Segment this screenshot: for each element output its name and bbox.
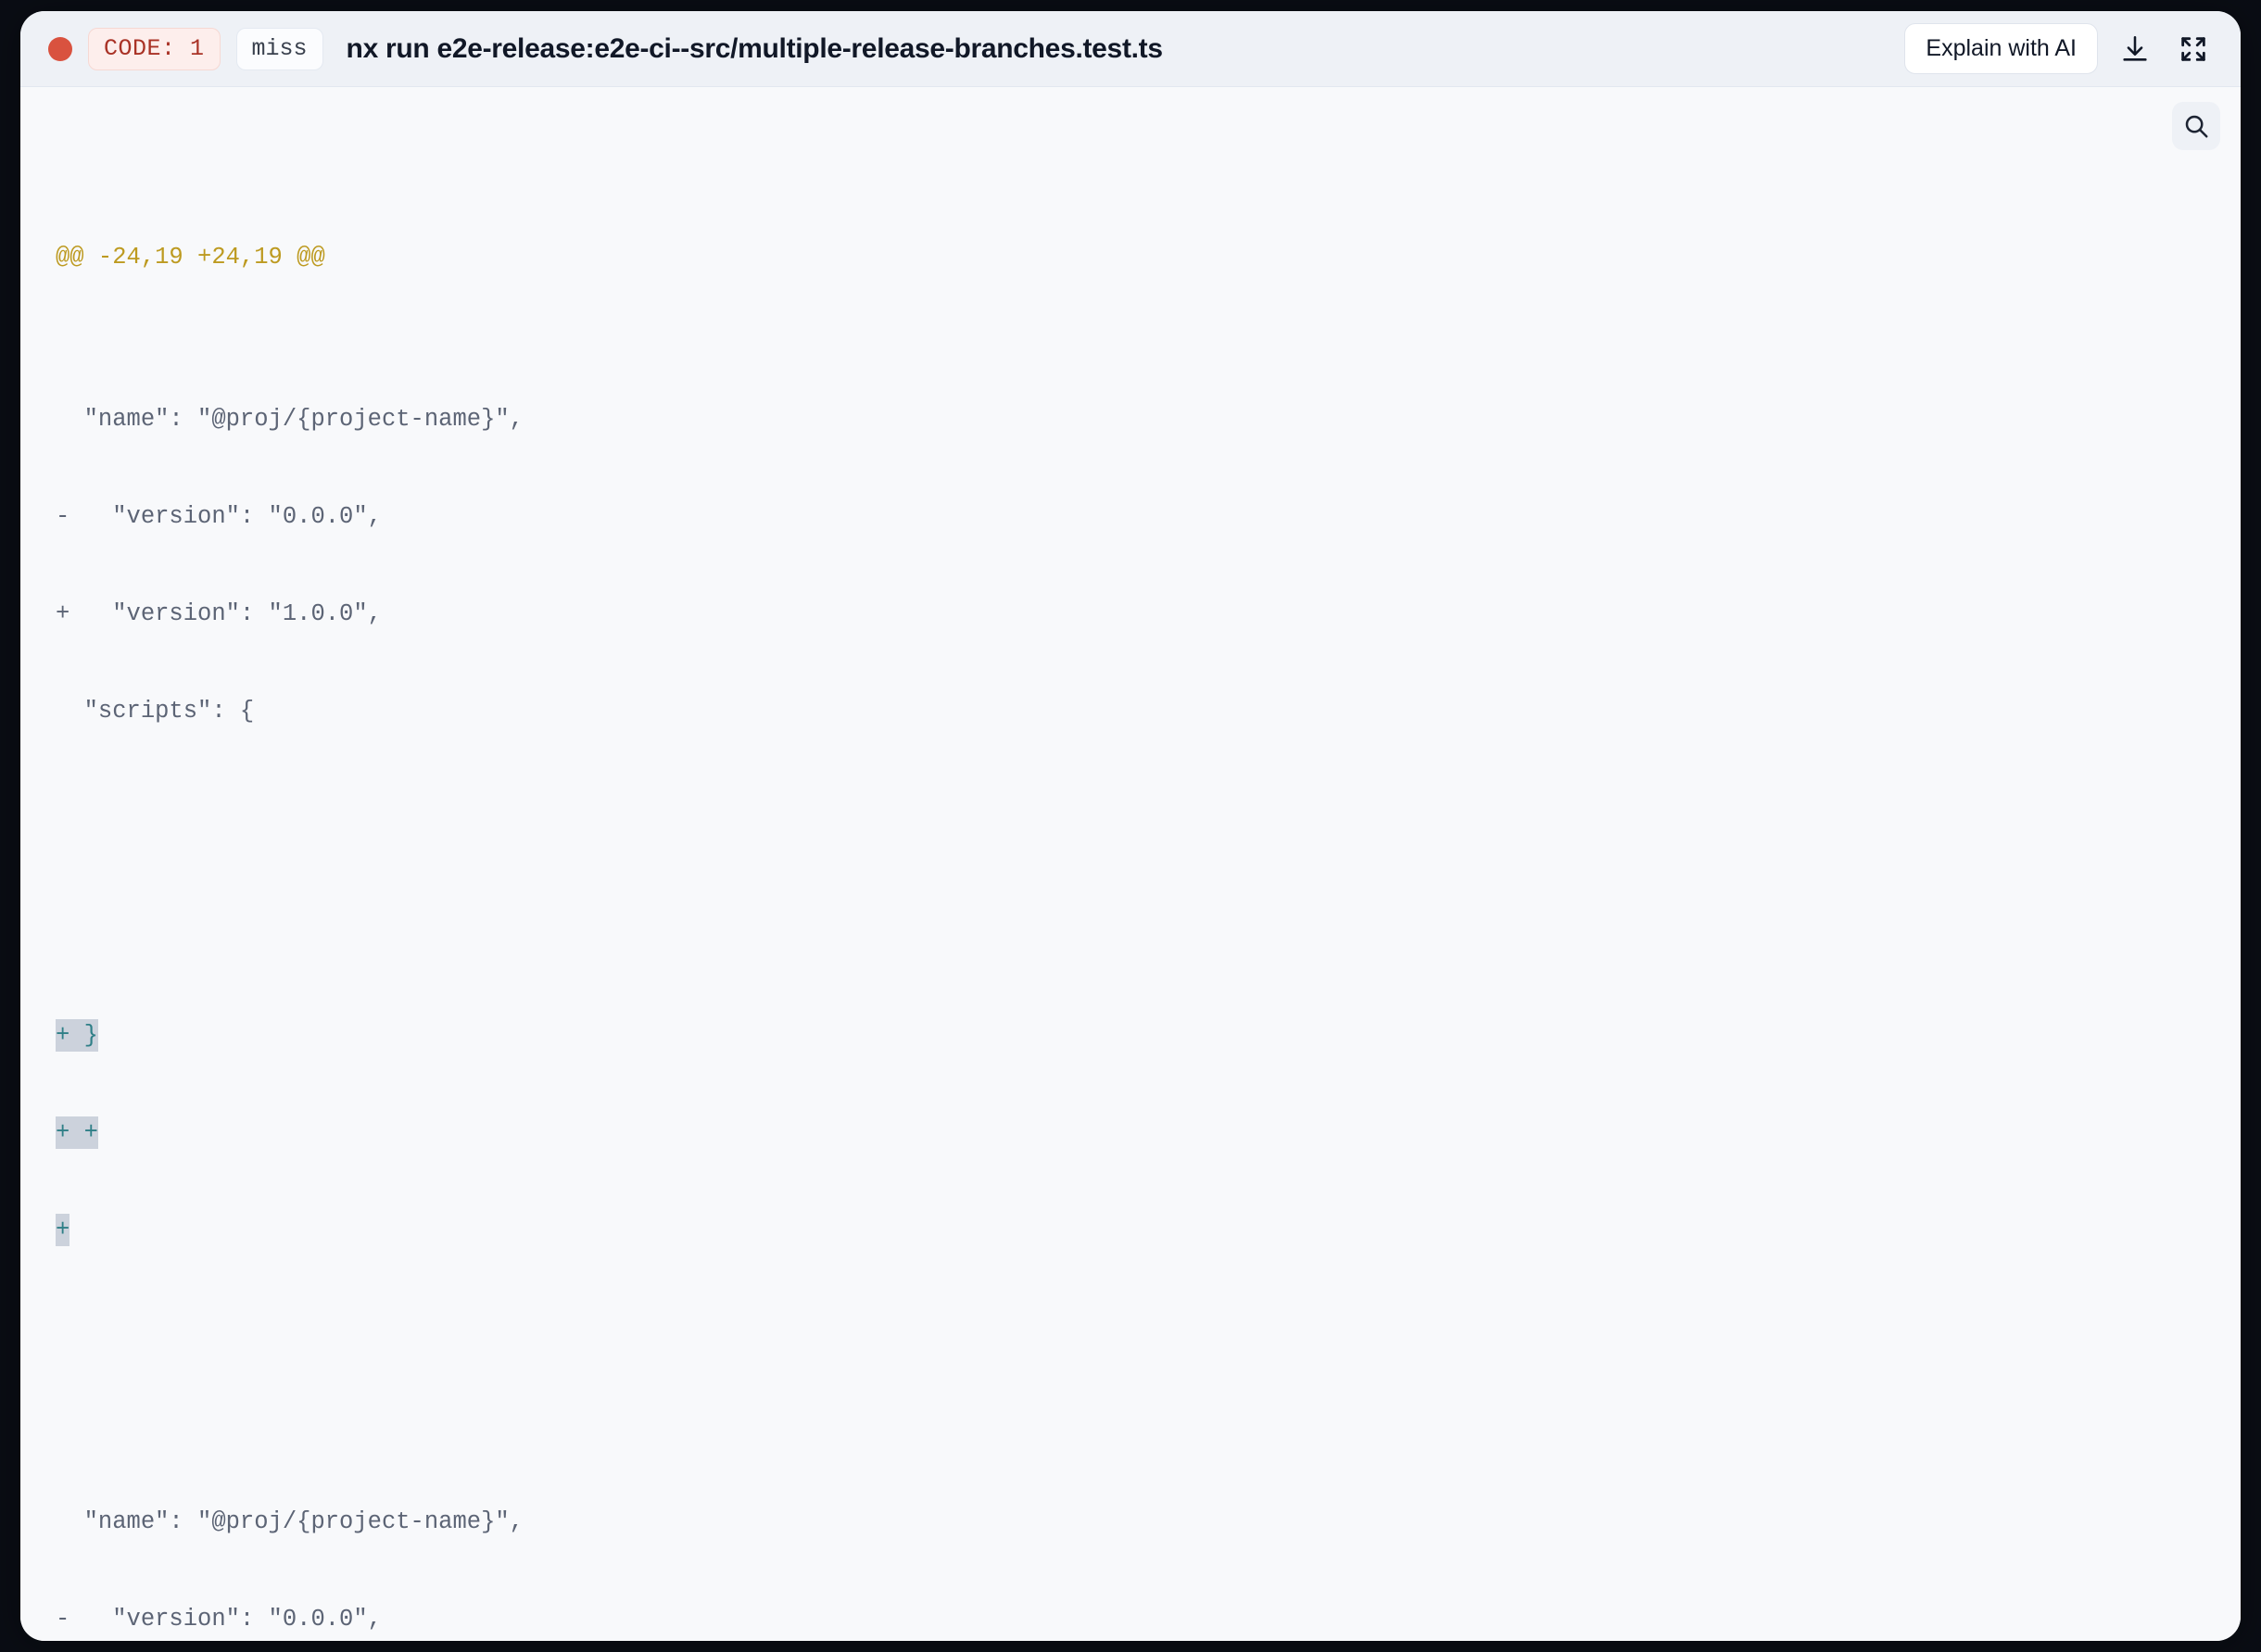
fullscreen-icon[interactable] [2172,28,2215,70]
log-body: @@ -24,19 +24,19 @@ "name": "@proj/{proj… [20,87,2241,1641]
page-title: nx run e2e-release:e2e-ci--src/multiple-… [346,32,1163,64]
search-icon[interactable] [2172,102,2220,150]
diff-hunk-header: @@ -24,19 +24,19 @@ [20,241,2241,273]
diff-line-removed-1: - "version": "0.0.0", [56,503,382,530]
diff-spacer [20,889,2241,922]
window-titlebar: CODE: 1 miss nx run e2e-release:e2e-ci--… [20,11,2241,87]
diff-line-removed-2: - "version": "0.0.0", [56,1606,382,1633]
diff-spacer [20,1343,2241,1376]
diff-highlight-line-3: + [56,1214,70,1246]
diff-highlight-line-2: + + [56,1116,98,1149]
diff-highlight-line-1: + } [56,1019,98,1052]
diff-highlight-block-added: + [20,1214,2241,1246]
diff-line-name-2: "name": "@proj/{project-name}", [56,1508,524,1535]
diff-line-scripts-1: "scripts": { [56,698,255,725]
diff-highlight-block-added: + + [20,1116,2241,1149]
explain-with-ai-button[interactable]: Explain with AI [1904,23,2098,74]
diff-line-added-1: + "version": "1.0.0", [56,600,382,627]
cache-status-badge: miss [235,27,323,70]
log-content: @@ -24,19 +24,19 @@ "name": "@proj/{proj… [20,87,2241,1641]
diff-line-name-1: "name": "@proj/{project-name}", [56,406,524,433]
exit-code-badge: CODE: 1 [88,27,221,70]
hunk-header-text: @@ -24,19 +24,19 @@ [56,244,325,271]
download-icon[interactable] [2114,28,2156,70]
status-dot [48,36,72,61]
diff-highlight-block-added: + } [20,1019,2241,1052]
task-output-window: CODE: 1 miss nx run e2e-release:e2e-ci--… [20,11,2241,1641]
diff-spacer [20,792,2241,825]
